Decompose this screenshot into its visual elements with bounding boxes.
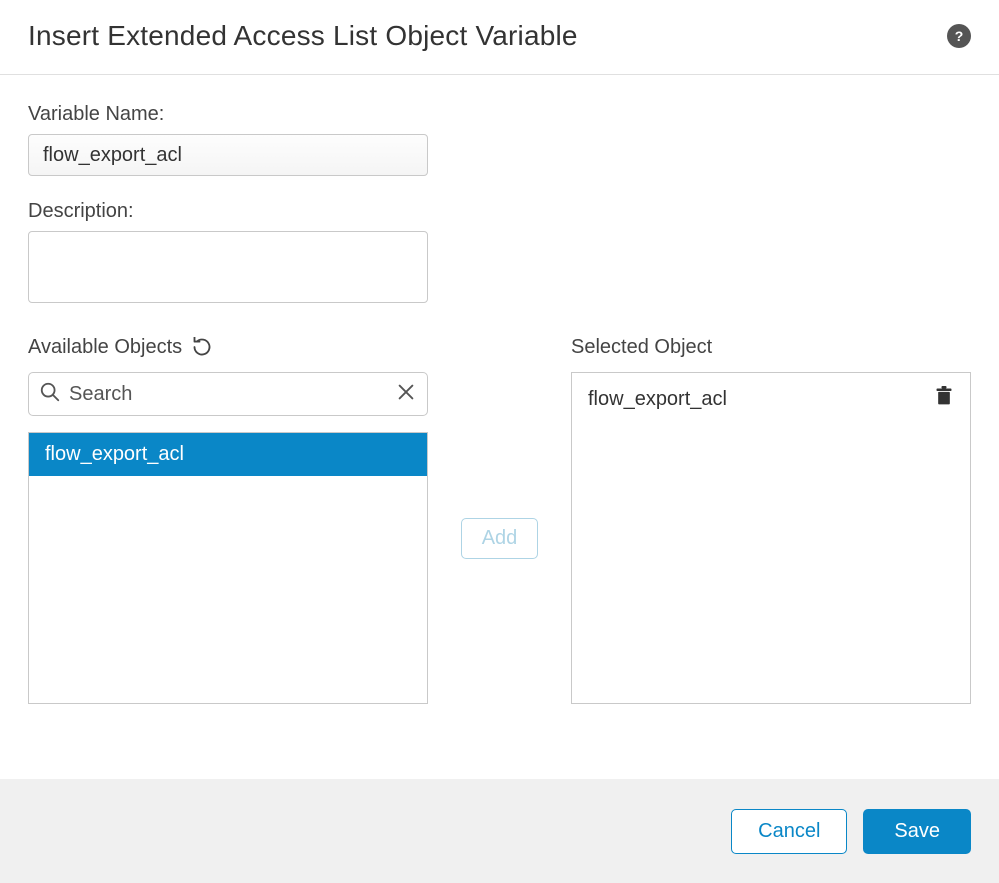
trash-icon[interactable] [934,385,954,413]
object-columns: Available Objects [28,332,971,704]
available-header: Available Objects [28,332,428,362]
cancel-button[interactable]: Cancel [731,809,847,854]
description-label: Description: [28,200,971,223]
selected-item-label: flow_export_acl [588,388,727,411]
selected-label: Selected Object [571,336,712,359]
add-button[interactable]: Add [461,518,539,559]
variable-name-group: Variable Name: [28,103,971,176]
selected-header: Selected Object [571,332,971,362]
refresh-icon[interactable] [192,337,212,357]
description-input[interactable] [28,231,428,303]
available-list[interactable]: flow_export_acl [28,432,428,704]
dialog-title: Insert Extended Access List Object Varia… [28,20,578,52]
search-box [28,372,428,416]
selected-column: Selected Object flow_export_acl [571,332,971,704]
variable-name-label: Variable Name: [28,103,971,126]
dialog-content: Variable Name: Description: Available Ob… [0,75,999,732]
variable-name-input[interactable] [28,134,428,176]
available-column: Available Objects [28,332,428,704]
list-item-label: flow_export_acl [45,443,184,465]
save-button[interactable]: Save [863,809,971,854]
help-icon[interactable]: ? [947,24,971,48]
list-item[interactable]: flow_export_acl [29,433,427,476]
description-group: Description: [28,200,971,308]
search-icon [39,381,61,408]
search-input[interactable] [69,383,387,406]
dialog-header: Insert Extended Access List Object Varia… [0,0,999,75]
clear-search-icon[interactable] [395,381,417,408]
available-label: Available Objects [28,336,182,359]
dialog-footer: Cancel Save [0,779,999,883]
transfer-column: Add [452,332,547,704]
selected-list[interactable]: flow_export_acl [571,372,971,704]
selected-item: flow_export_acl [572,373,970,425]
